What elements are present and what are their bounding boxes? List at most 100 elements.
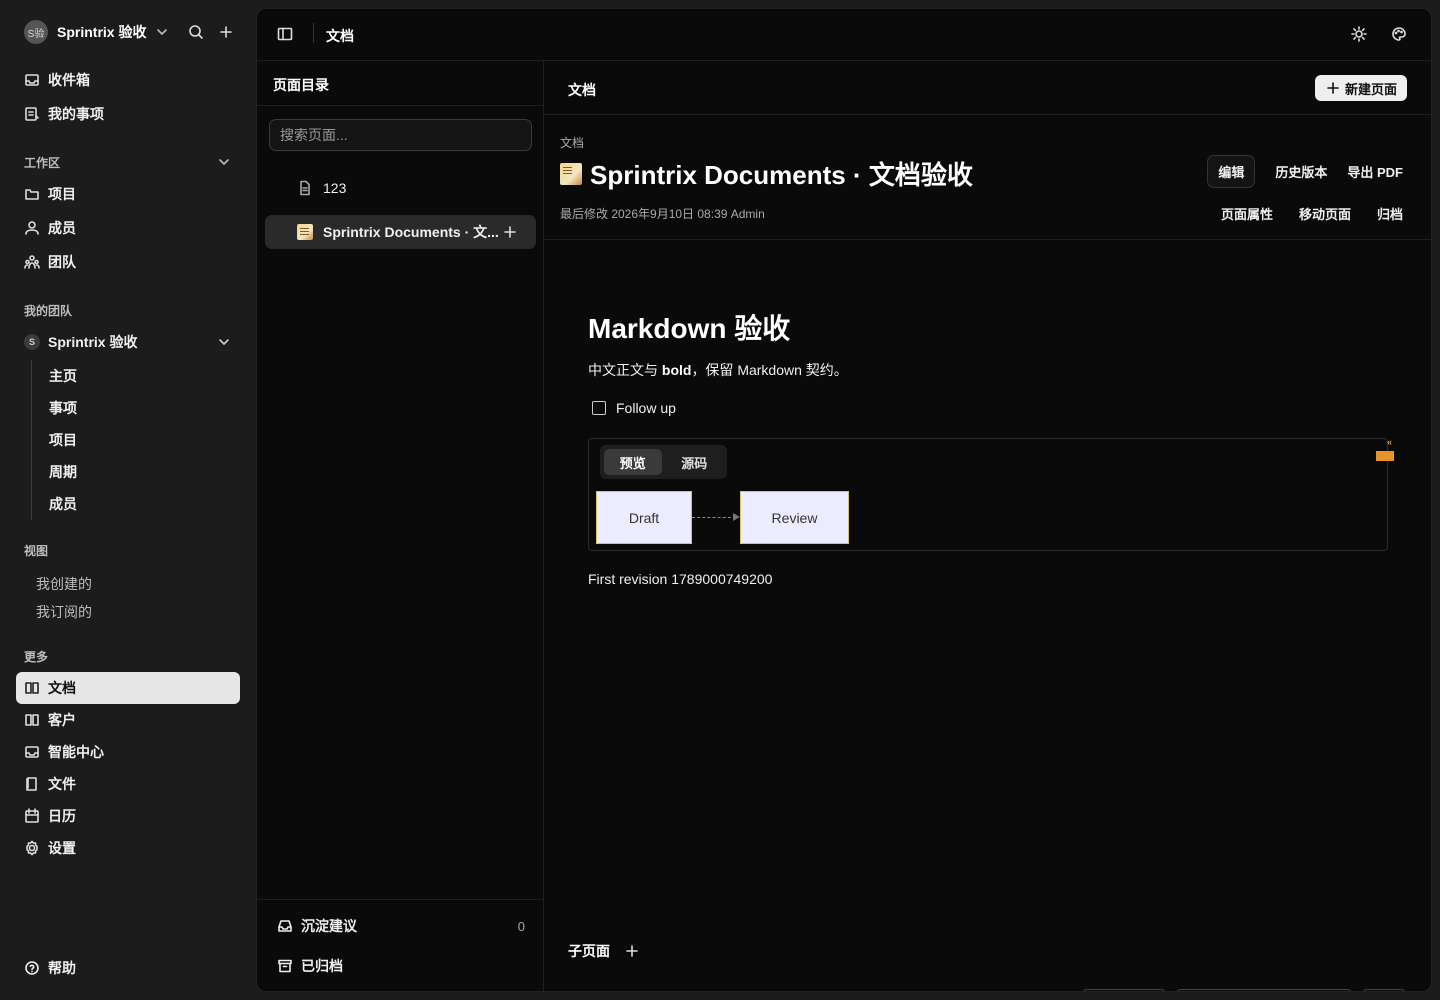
section-workspace[interactable]: 工作区: [24, 154, 60, 171]
search-icon[interactable]: [188, 24, 204, 40]
main-panel: 文档 页面目录 123 Sprintrix Documents · 文... 沉…: [256, 8, 1432, 992]
document-actions-primary: 编辑 历史版本 导出 PDF: [1207, 155, 1403, 188]
help-label: 帮助: [48, 960, 76, 976]
subpages-section: 子页面: [568, 941, 640, 961]
sidebar-item-my-issues[interactable]: 我的事项: [16, 98, 240, 130]
new-page-button[interactable]: 新建页面: [1314, 75, 1407, 101]
workspace-switcher[interactable]: S验 Sprintrix 验收: [24, 20, 240, 44]
sidebar-item-label: 项目: [48, 186, 76, 202]
document-title-text: Sprintrix Documents · 文档验收: [590, 160, 973, 190]
sidebar-item-label: 文档: [48, 680, 76, 696]
floating-control[interactable]: [1176, 989, 1352, 991]
archive-button[interactable]: 归档: [1377, 204, 1403, 223]
sidebar-item-label: 我的事项: [48, 106, 104, 122]
inbox-icon: [24, 744, 40, 760]
section-more: 更多: [24, 650, 49, 664]
add-subpage-icon[interactable]: [502, 224, 518, 240]
revision-text: First revision 1789000749200: [588, 571, 773, 587]
team-item-home[interactable]: 主页: [49, 366, 77, 386]
team-icon: [24, 254, 40, 270]
divider: [313, 23, 314, 43]
topbar: 文档: [257, 9, 1431, 61]
team-item-cycles[interactable]: 周期: [49, 462, 77, 482]
archive-icon: [277, 958, 293, 974]
tab-source[interactable]: 源码: [666, 449, 724, 475]
view-created-by-me[interactable]: 我创建的: [36, 574, 92, 594]
section-views: 视图: [24, 544, 49, 558]
floating-control[interactable]: [1082, 989, 1166, 991]
document-title: Sprintrix Documents · 文档验收: [560, 155, 973, 192]
inbox-icon: [24, 72, 40, 88]
sidebar-item-members[interactable]: 成员: [16, 212, 240, 244]
sidebar-item-label: 团队: [48, 254, 76, 270]
move-page-button[interactable]: 移动页面: [1299, 204, 1351, 223]
comment-marker[interactable]: [1376, 451, 1394, 461]
workspace-name: Sprintrix 验收: [57, 24, 147, 40]
sidebar-item-label: 客户: [48, 712, 76, 728]
plus-icon: [1325, 80, 1341, 96]
page-properties-button[interactable]: 页面属性: [1221, 204, 1273, 223]
archived-button[interactable]: 已归档: [277, 956, 525, 976]
floating-control[interactable]: [1362, 989, 1406, 991]
chevron-down-icon[interactable]: [216, 334, 232, 350]
sidebar-item-files[interactable]: 文件: [16, 768, 240, 800]
paragraph-text: 中文正文与: [588, 362, 662, 378]
chevron-down-icon[interactable]: [154, 24, 170, 40]
directory-heading: 页面目录: [257, 61, 543, 106]
sidebar-item-projects[interactable]: 项目: [16, 178, 240, 210]
todo-item: Follow up: [592, 400, 676, 416]
divider: [544, 239, 1431, 240]
document-icon: [297, 180, 313, 196]
sidebar-item-docs[interactable]: 文档: [16, 672, 240, 704]
team-item-projects[interactable]: 项目: [49, 430, 77, 450]
edit-button[interactable]: 编辑: [1207, 155, 1256, 188]
directory-footer: 沉淀建议 0 已归档: [257, 899, 543, 974]
book-icon: [24, 712, 40, 728]
file-icon: [24, 776, 40, 792]
workspace-avatar: S验: [24, 20, 48, 44]
todo-checkbox[interactable]: [592, 401, 606, 415]
memo-icon: [297, 224, 313, 240]
suggestions-button[interactable]: 沉淀建议 0: [277, 916, 525, 936]
memo-icon: [560, 162, 582, 185]
team-item-issues[interactable]: 事项: [49, 398, 77, 418]
page-directory: 页面目录 123 Sprintrix Documents · 文... 沉淀建议…: [257, 61, 544, 991]
sidebar-item-intelligence[interactable]: 智能中心: [16, 736, 240, 768]
sidebar-item-customers[interactable]: 客户: [16, 704, 240, 736]
folder-icon: [24, 186, 40, 202]
team-name: Sprintrix 验收: [48, 334, 138, 350]
todo-label: Follow up: [616, 400, 676, 416]
palette-icon[interactable]: [1391, 26, 1407, 42]
subpages-label: 子页面: [568, 943, 610, 959]
content-paragraph: 中文正文与 bold，保留 Markdown 契约。: [588, 360, 848, 380]
sidebar-item-settings[interactable]: 设置: [16, 832, 240, 864]
team-item-members[interactable]: 成员: [49, 494, 77, 514]
page-search-input[interactable]: [269, 119, 532, 151]
sidebar-item-label: 成员: [48, 220, 76, 236]
team-row[interactable]: S Sprintrix 验收: [24, 330, 240, 354]
tab-preview[interactable]: 预览: [604, 449, 662, 475]
sidebar-toggle-icon[interactable]: [277, 26, 293, 42]
document-panel: 文档 新建页面 文档 Sprintrix Documents · 文档验收 最后…: [544, 61, 1431, 991]
collapse-icon[interactable]: «: [1387, 437, 1392, 447]
help-icon: [24, 960, 40, 976]
paragraph-bold: bold: [661, 362, 692, 378]
sidebar-item-inbox[interactable]: 收件箱: [16, 64, 240, 96]
sidebar-item-teams[interactable]: 团队: [16, 246, 240, 278]
book-icon: [24, 680, 40, 696]
content-heading: Markdown 验收: [588, 313, 791, 344]
page-item-title: 123: [323, 180, 347, 196]
plus-icon[interactable]: [218, 24, 234, 40]
page-item-active[interactable]: Sprintrix Documents · 文...: [265, 215, 536, 249]
history-button[interactable]: 历史版本: [1275, 162, 1327, 181]
page-item[interactable]: 123: [265, 171, 536, 205]
diagram-view-toggle: 预览 源码: [600, 445, 727, 479]
export-pdf-button[interactable]: 导出 PDF: [1347, 162, 1403, 181]
sun-icon[interactable]: [1351, 26, 1367, 42]
view-subscribed[interactable]: 我订阅的: [36, 602, 92, 622]
add-subpage-icon[interactable]: [624, 943, 640, 959]
help-button[interactable]: 帮助: [24, 958, 76, 978]
sidebar-item-calendar[interactable]: 日历: [16, 800, 240, 832]
chevron-down-icon[interactable]: [216, 154, 232, 170]
breadcrumb[interactable]: 文档: [560, 134, 584, 151]
